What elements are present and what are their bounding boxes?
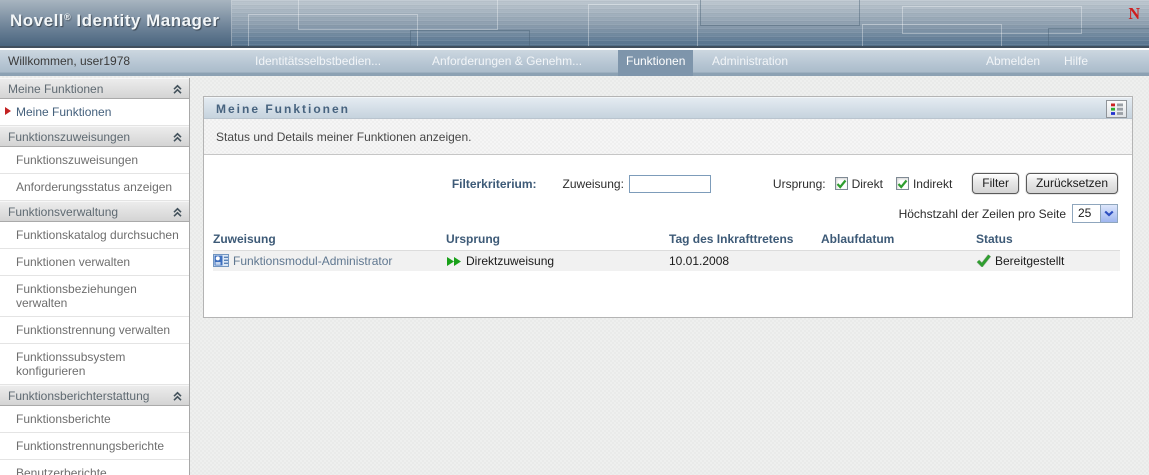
- tab-funktionen[interactable]: Funktionen: [618, 50, 693, 76]
- role-link[interactable]: Funktionsmodul-Administrator: [233, 254, 392, 268]
- sidebar-item-meine-funktionen[interactable]: Meine Funktionen: [0, 99, 189, 126]
- column-header-tag-des-inkrafttretens: Tag des Inkrafttretens: [669, 231, 821, 251]
- direct-checkbox-label: Direkt: [852, 177, 883, 191]
- indirect-checkbox[interactable]: [896, 177, 909, 190]
- sidebar-item-funktionsbeziehungen-verwalten[interactable]: Funktionsbeziehungen verwalten: [0, 276, 189, 317]
- panel-description: Status und Details meiner Funktionen anz…: [204, 119, 1132, 155]
- brand-block: Novell® Identity Manager: [0, 0, 232, 48]
- app-title: Novell® Identity Manager: [0, 0, 231, 31]
- banner-decoration: [298, 0, 498, 30]
- help-link[interactable]: Hilfe: [1064, 50, 1088, 72]
- assignment-filter-input[interactable]: [629, 175, 711, 193]
- tab-anforderungen-genehmigungen[interactable]: Anforderungen & Genehm...: [432, 50, 582, 72]
- banner-decoration: [410, 30, 530, 48]
- rows-per-page-select[interactable]: 25: [1072, 204, 1118, 223]
- collapse-chevron-icon[interactable]: [172, 207, 183, 218]
- source-text: Direktzuweisung: [466, 254, 554, 268]
- panel-header: Meine Funktionen: [204, 97, 1132, 119]
- sidebar-item-label: Anforderungsstatus anzeigen: [16, 180, 172, 194]
- check-icon: [897, 179, 908, 189]
- sidebar-item-benutzerberichte[interactable]: Benutzerberichte: [0, 460, 189, 475]
- chevron-down-icon: [1100, 205, 1117, 222]
- collapse-chevron-icon[interactable]: [172, 132, 183, 143]
- section-title: Funktionszuweisungen: [8, 130, 130, 144]
- top-banner: Novell® Identity Manager N: [0, 0, 1149, 48]
- roles-table: Zuweisung Ursprung Tag des Inkrafttreten…: [213, 231, 1120, 271]
- direct-checkbox[interactable]: [835, 177, 848, 190]
- section-title: Funktionsberichterstattung: [8, 389, 149, 403]
- content-area: Meine Funktionen Meine Funktionen Funkti…: [0, 76, 1149, 475]
- column-header-zuweisung: Zuweisung: [213, 231, 446, 251]
- sidebar-item-label: Benutzerberichte: [16, 466, 107, 475]
- banner-decoration: [700, 0, 860, 26]
- sidebar-item-funktionsberichte[interactable]: Funktionsberichte: [0, 406, 189, 433]
- sidebar-section-funktionsverwaltung[interactable]: Funktionsverwaltung: [0, 201, 189, 222]
- novell-n-logo: N: [1128, 6, 1140, 25]
- logout-link[interactable]: Abmelden: [986, 50, 1040, 72]
- filter-criteria-label: Filterkriterium:: [452, 177, 537, 191]
- sidebar-item-funktionen-verwalten[interactable]: Funktionen verwalten: [0, 249, 189, 276]
- double-green-arrow-icon: [446, 256, 462, 267]
- sidebar-item-label: Meine Funktionen: [16, 105, 111, 119]
- status-cell: Bereitgestellt: [976, 251, 1120, 272]
- rows-per-page-value: 25: [1073, 205, 1100, 222]
- sidebar-item-label: Funktionsberichte: [16, 412, 111, 426]
- sidebar-item-anforderungsstatus-anzeigen[interactable]: Anforderungsstatus anzeigen: [0, 174, 189, 201]
- sidebar-item-label: Funktionen verwalten: [16, 255, 130, 269]
- sidebar-item-label: Funktionstrennungsberichte: [16, 439, 164, 453]
- legend-grid-icon: [1110, 102, 1124, 116]
- expiry-date-cell: [821, 251, 976, 272]
- reset-button[interactable]: Zurücksetzen: [1026, 173, 1118, 194]
- banner-decoration: [1048, 28, 1149, 48]
- filter-button[interactable]: Filter: [972, 173, 1019, 194]
- indirect-checkbox-label: Indirekt: [913, 177, 952, 191]
- sidebar-item-funktionstrennung-verwalten[interactable]: Funktionstrennung verwalten: [0, 317, 189, 344]
- tab-identitaetsselbstbedienung[interactable]: Identitätsselbstbedien...: [255, 50, 381, 72]
- sidebar-item-label: Funktionskatalog durchsuchen: [16, 228, 179, 242]
- check-icon: [836, 179, 847, 189]
- sidebar-item-label: Funktionssubsystem konfigurieren: [16, 350, 125, 378]
- source-cell: Direktzuweisung: [446, 251, 669, 272]
- assignment-cell: Funktionsmodul-Administrator: [213, 251, 446, 272]
- banner-decoration: [588, 4, 698, 48]
- collapse-chevron-icon[interactable]: [172, 84, 183, 95]
- sidebar-item-label: Funktionszuweisungen: [16, 153, 138, 167]
- rows-per-page-label: Höchstzahl der Zeilen pro Seite: [899, 207, 1066, 221]
- section-title: Meine Funktionen: [8, 82, 103, 96]
- column-header-ursprung: Ursprung: [446, 231, 669, 251]
- collapse-chevron-icon[interactable]: [172, 391, 183, 402]
- status-text: Bereitgestellt: [995, 254, 1064, 268]
- sidebar-item-label: Funktionstrennung verwalten: [16, 323, 170, 337]
- display-options-button[interactable]: [1106, 100, 1127, 118]
- sidebar-section-meine-funktionen[interactable]: Meine Funktionen: [0, 78, 189, 99]
- navbar-main: Willkommen, user1978 Identitätsselbstbed…: [0, 50, 1149, 72]
- meine-funktionen-panel: Meine Funktionen Status und Details mein…: [203, 96, 1133, 318]
- sidebar-item-funktionskatalog-durchsuchen[interactable]: Funktionskatalog durchsuchen: [0, 222, 189, 249]
- effective-date-cell: 10.01.2008: [669, 251, 821, 272]
- sidebar-item-label: Funktionsbeziehungen verwalten: [16, 282, 137, 310]
- assignment-filter-label: Zuweisung:: [563, 177, 624, 191]
- sidebar-item-funktionssubsystem-konfigurieren[interactable]: Funktionssubsystem konfigurieren: [0, 344, 189, 385]
- section-title: Funktionsverwaltung: [8, 205, 118, 219]
- navbar: Willkommen, user1978 Identitätsselbstbed…: [0, 50, 1149, 76]
- sidebar-section-funktionsberichterstattung[interactable]: Funktionsberichterstattung: [0, 385, 189, 406]
- page: Novell® Identity Manager N Willkommen, u…: [0, 0, 1149, 475]
- source-filter-label: Ursprung:: [773, 177, 826, 191]
- sidebar-item-funktionstrennungsberichte[interactable]: Funktionstrennungsberichte: [0, 433, 189, 460]
- tab-administration[interactable]: Administration: [712, 50, 788, 72]
- green-check-icon: [976, 254, 991, 267]
- role-card-icon: [213, 254, 229, 267]
- pager-row: Höchstzahl der Zeilen pro Seite 25: [204, 204, 1132, 223]
- welcome-text: Willkommen, user1978: [8, 50, 130, 72]
- filter-row: Filterkriterium: Zuweisung: Ursprung: Di…: [204, 173, 1132, 194]
- table-row: Funktionsmodul-Administrator Direktzuwei…: [213, 251, 1120, 272]
- sidebar: Meine Funktionen Meine Funktionen Funkti…: [0, 78, 190, 475]
- sidebar-section-funktionszuweisungen[interactable]: Funktionszuweisungen: [0, 126, 189, 147]
- column-header-status: Status: [976, 231, 1120, 251]
- sidebar-item-funktionszuweisungen[interactable]: Funktionszuweisungen: [0, 147, 189, 174]
- column-header-ablaufdatum: Ablaufdatum: [821, 231, 976, 251]
- panel-title: Meine Funktionen: [204, 98, 1132, 116]
- selected-arrow-icon: [5, 107, 11, 115]
